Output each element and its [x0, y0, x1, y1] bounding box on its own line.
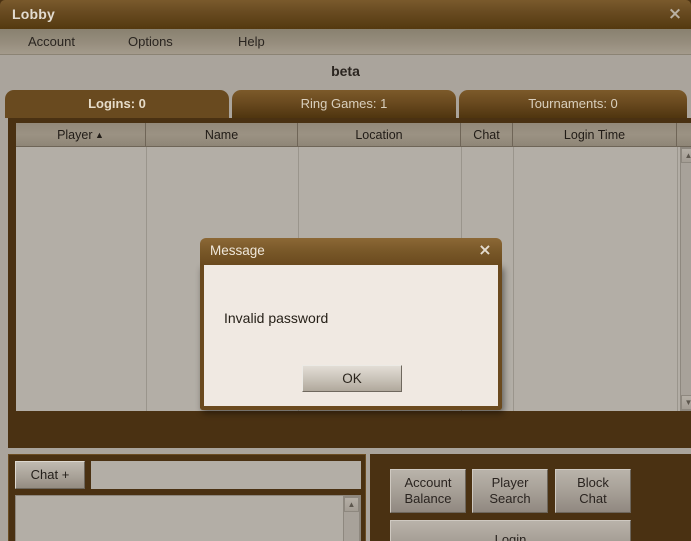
column-header-label: Name — [204, 128, 239, 142]
menu-item-account[interactable]: Account — [22, 33, 81, 50]
column-header-login-time[interactable]: Login Time — [513, 123, 677, 147]
sort-ascending-icon: ▲ — [92, 130, 104, 140]
content-area: beta Logins: 0 Ring Games: 1 Tournaments: … — [0, 55, 691, 541]
chat-scrollbar[interactable]: ▲ ▼ — [343, 496, 360, 541]
button-label-line: Block — [577, 475, 609, 490]
chat-panel: Chat + ▲ ▼ — [8, 454, 366, 541]
dialog-titlebar: Message × — [200, 238, 502, 265]
tab-tournaments[interactable]: Tournaments: 0 — [459, 90, 687, 118]
tab-ring-games[interactable]: Ring Games: 1 — [232, 90, 456, 118]
tab-logins[interactable]: Logins: 0 — [5, 90, 229, 118]
column-separator — [146, 147, 147, 411]
column-header-spacer — [677, 123, 691, 147]
column-separator — [677, 147, 678, 411]
scroll-down-icon[interactable]: ▼ — [681, 395, 691, 410]
account-balance-button[interactable]: Account Balance — [390, 469, 466, 513]
chat-input-row: Chat + — [15, 461, 361, 489]
login-button[interactable]: Login — [390, 520, 631, 541]
scroll-up-icon[interactable]: ▲ — [681, 148, 691, 163]
column-header-player[interactable]: Player ▲ — [16, 123, 146, 147]
chat-add-button[interactable]: Chat + — [15, 461, 85, 489]
column-header-label: Player — [57, 128, 93, 142]
close-icon[interactable]: × — [665, 4, 685, 24]
chat-log[interactable]: ▲ ▼ — [15, 495, 361, 541]
player-search-button[interactable]: Player Search — [472, 469, 548, 513]
message-dialog: Message × Invalid password OK — [200, 238, 502, 410]
dialog-message: Invalid password — [224, 310, 329, 326]
column-header-label: Login Time — [563, 128, 626, 142]
window-title: Lobby — [12, 6, 55, 22]
menu-item-help[interactable]: Help — [232, 33, 271, 50]
actions-panel: Account Balance Player Search Block Chat Login — [370, 454, 691, 541]
menu-item-options[interactable]: Options — [122, 33, 179, 50]
menubar: Account Options Help — [0, 29, 691, 55]
button-label-line: Chat — [579, 491, 607, 506]
button-label-line: Account — [404, 475, 452, 490]
block-chat-button[interactable]: Block Chat — [555, 469, 631, 513]
dialog-title: Message — [210, 243, 265, 258]
column-header-label: Chat — [473, 128, 500, 142]
column-header-location[interactable]: Location — [298, 123, 461, 147]
window-titlebar: Lobby × — [0, 0, 691, 29]
table-scrollbar[interactable]: ▲ ▼ — [680, 147, 691, 411]
column-header-name[interactable]: Name — [146, 123, 298, 147]
button-label-line: Search — [489, 491, 531, 506]
chat-scroll-up-icon[interactable]: ▲ — [344, 497, 359, 512]
button-label-line: Balance — [404, 491, 452, 506]
column-header-chat[interactable]: Chat — [461, 123, 513, 147]
lobby-window: Lobby × Account Options Help beta Logins: … — [0, 0, 691, 541]
column-separator — [513, 147, 514, 411]
tabstrip: Logins: 0 Ring Games: 1 Tournaments: 0 — [0, 90, 691, 118]
column-header-label: Location — [355, 128, 403, 142]
chat-input[interactable] — [91, 461, 361, 489]
table-header-row: Player ▲ Name Location Chat Login Time — [16, 123, 691, 147]
dialog-ok-button[interactable]: OK — [302, 365, 402, 392]
button-label-line: Player — [491, 475, 529, 490]
dialog-close-icon[interactable]: × — [476, 241, 494, 259]
page-title: beta — [331, 63, 360, 79]
